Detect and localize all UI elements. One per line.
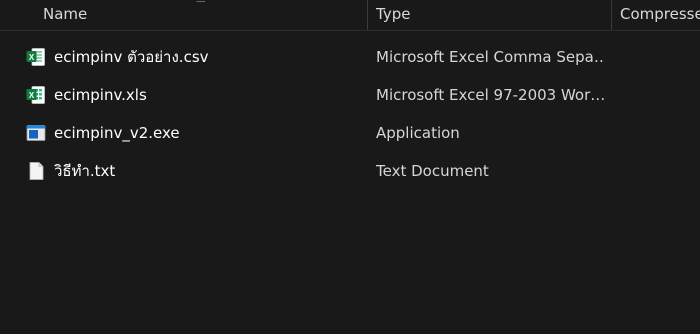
column-divider[interactable] [367, 0, 368, 30]
excel-csv-icon: X [26, 47, 46, 67]
file-type: Application [376, 124, 460, 142]
text-document-icon [26, 161, 46, 181]
column-header-type[interactable]: Type [376, 0, 606, 30]
file-list-pane: Name Type Compressed size X ecimpinv ตัว… [0, 0, 700, 334]
file-rows: X ecimpinv ตัวอย่าง.csv Microsoft Excel … [0, 38, 700, 190]
file-name: ecimpinv_v2.exe [54, 124, 180, 142]
column-header-bar: Name Type Compressed size [0, 0, 700, 31]
excel-xls-icon: X [26, 85, 46, 105]
column-header-compressed-size[interactable]: Compressed size [620, 0, 700, 30]
file-name: ecimpinv.xls [54, 86, 147, 104]
file-row[interactable]: ecimpinv_v2.exe Application [0, 114, 700, 152]
file-type: Microsoft Excel 97-2003 Wor… [376, 86, 604, 104]
file-row[interactable]: วิธีทำ.txt Text Document [0, 152, 700, 190]
application-icon [26, 123, 46, 143]
file-type: Microsoft Excel Comma Sepa… [376, 48, 604, 66]
file-type: Text Document [376, 162, 489, 180]
file-name: ecimpinv ตัวอย่าง.csv [54, 48, 209, 66]
column-header-name[interactable]: Name [43, 0, 363, 30]
svg-text:X: X [29, 91, 35, 100]
column-divider[interactable] [611, 0, 612, 30]
svg-text:X: X [29, 53, 35, 62]
file-name: วิธีทำ.txt [54, 162, 116, 180]
file-row[interactable]: X ecimpinv.xls Microsoft Excel 97-2003 W… [0, 76, 700, 114]
file-row[interactable]: X ecimpinv ตัวอย่าง.csv Microsoft Excel … [0, 38, 700, 76]
